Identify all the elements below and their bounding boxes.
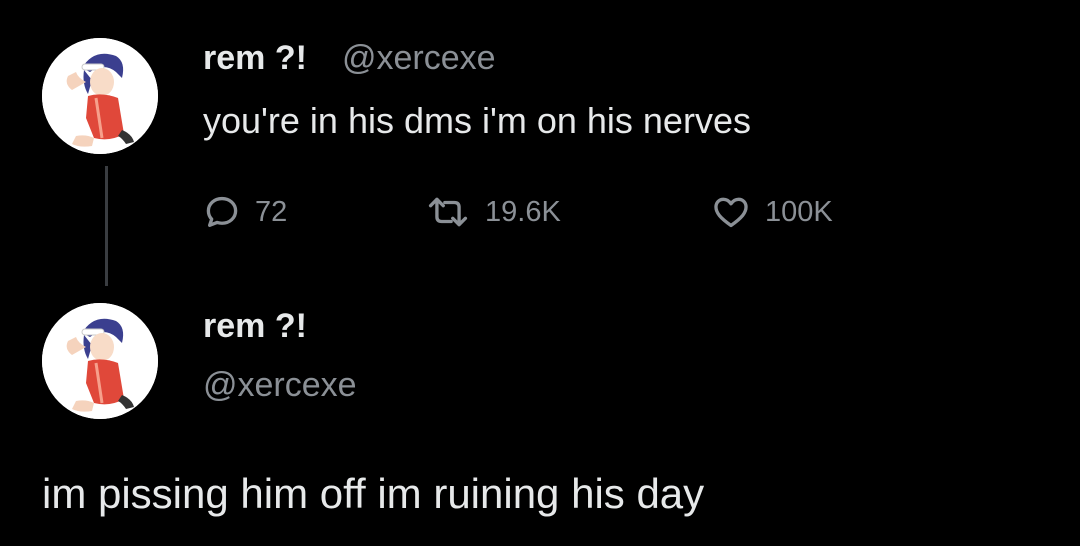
like-count: 100K — [765, 195, 833, 228]
tweet-text: you're in his dms i'm on his nerves — [203, 100, 751, 141]
anime-girl-avatar-icon — [42, 303, 158, 419]
display-name[interactable]: rem ?! — [203, 39, 307, 78]
retweet-arrows-icon — [428, 197, 468, 227]
heart-icon — [714, 197, 748, 228]
reply-bubble-icon — [206, 196, 238, 227]
tweet-text: im pissing him off im ruining his day — [42, 470, 705, 517]
reply-count: 72 — [255, 195, 288, 228]
anime-girl-avatar-icon — [42, 38, 158, 154]
thread-connector-line — [105, 166, 108, 286]
like-button[interactable]: 100K — [711, 190, 833, 234]
retweet-button[interactable]: 19.6K — [425, 190, 561, 234]
user-handle[interactable]: @xercexe — [342, 39, 496, 78]
retweet-count: 19.6K — [485, 195, 561, 228]
display-name[interactable]: rem ?! — [203, 307, 307, 346]
avatar[interactable] — [42, 38, 158, 154]
tweet-actions: 72 19.6K 100K — [203, 190, 903, 234]
avatar[interactable] — [42, 303, 158, 419]
reply-button[interactable]: 72 — [203, 190, 287, 234]
user-handle[interactable]: @xercexe — [203, 366, 357, 405]
